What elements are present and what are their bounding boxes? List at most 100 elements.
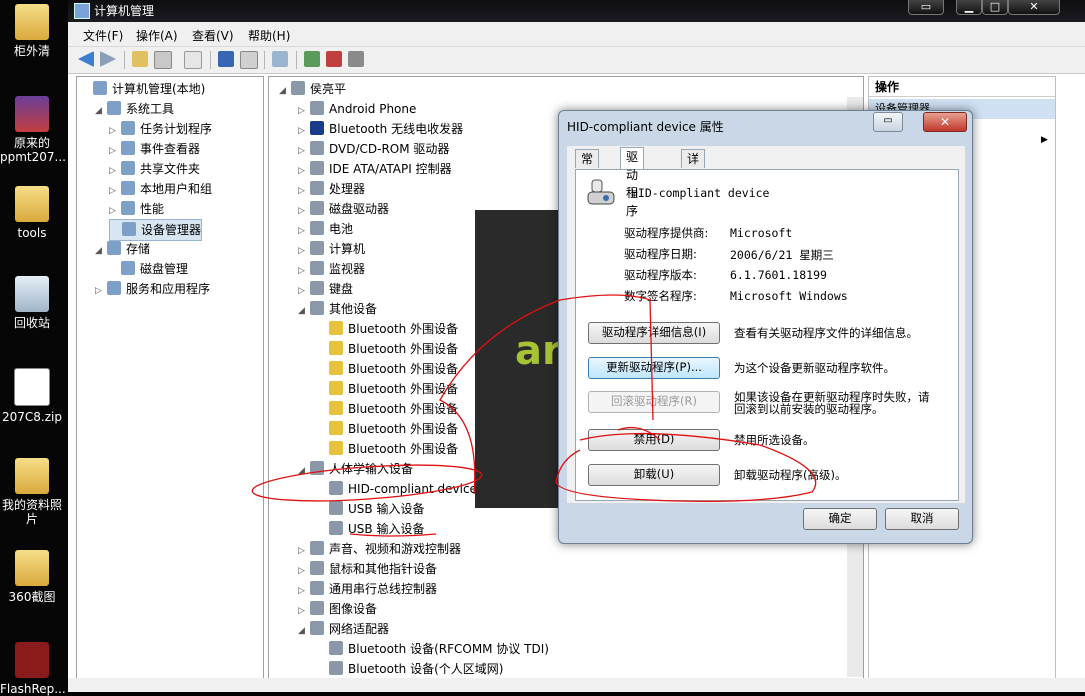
driver-details-button[interactable]: 驱动程序详细信息(I) — [588, 322, 720, 344]
device-tree-item[interactable]: ▷ 电池 — [298, 219, 353, 239]
expander-icon[interactable]: ▷ — [109, 141, 121, 161]
expander-icon[interactable]: ◢ — [279, 81, 291, 101]
expander-icon[interactable]: ▷ — [298, 261, 310, 281]
disable-button[interactable]: 禁用(D) — [588, 429, 720, 451]
nav-tree-item[interactable]: ◢ 系统工具 — [95, 99, 174, 119]
disable-icon[interactable] — [348, 51, 364, 67]
device-tree-item[interactable]: ▷ 图像设备 — [298, 599, 377, 619]
menu-view[interactable]: 查看(V) — [192, 27, 234, 44]
expander-icon[interactable]: ◢ — [298, 621, 310, 641]
desktop-icon-zip[interactable]: 207C8.zip — [0, 368, 64, 424]
desktop-icon-ppmt[interactable]: 原来的ppmt207... — [0, 96, 66, 164]
ok-button[interactable]: 确定 — [803, 508, 877, 530]
expander-icon[interactable]: ▷ — [95, 281, 107, 301]
tab-driver[interactable]: 驱动程序 — [620, 147, 645, 218]
device-tree-item[interactable]: HID-compliant device — [317, 479, 477, 499]
expander-icon[interactable]: ▷ — [298, 241, 310, 261]
device-tree-item[interactable]: ▷ 磁盘驱动器 — [298, 199, 389, 219]
nav-tree-item[interactable]: 设备管理器 — [109, 219, 203, 241]
desktop-icon-flash[interactable]: FlashRep... — [0, 642, 66, 696]
device-tree-item[interactable]: Bluetooth 外围设备 — [317, 439, 458, 459]
menu-help[interactable]: 帮助(H) — [248, 27, 290, 44]
nav-tree-item[interactable]: ▷ 性能 — [109, 199, 164, 219]
up-folder-icon[interactable] — [132, 51, 148, 67]
nav-tree-item[interactable]: 磁盘管理 — [109, 259, 188, 279]
desktop-icon-recycle-bin[interactable]: 回收站 — [0, 276, 64, 330]
action-pane-icon[interactable] — [240, 51, 258, 69]
properties-icon[interactable] — [184, 51, 202, 69]
forward-arrow-icon[interactable] — [100, 51, 116, 67]
device-tree-item[interactable]: USB 输入设备 — [317, 519, 424, 539]
cancel-button[interactable]: 取消 — [885, 508, 959, 530]
device-tree-item[interactable]: ▷ 键盘 — [298, 279, 353, 299]
more-actions-arrow-icon[interactable]: ▶ — [1041, 135, 1048, 145]
uninstall-button[interactable]: 卸载(U) — [588, 464, 720, 486]
expander-icon[interactable]: ▷ — [298, 581, 310, 601]
minimize-button[interactable]: ▁ — [956, 0, 982, 15]
expander-icon[interactable]: ▷ — [109, 121, 121, 141]
device-tree-item[interactable]: Bluetooth 设备(个人区域网) — [317, 659, 503, 679]
device-tree-item[interactable]: Bluetooth 设备(RFCOMM 协议 TDI) — [317, 639, 549, 659]
expander-icon[interactable]: ▷ — [298, 141, 310, 161]
device-tree-item[interactable]: ◢ 网络适配器 — [298, 619, 389, 639]
menu-action[interactable]: 操作(A) — [136, 27, 178, 44]
expander-icon[interactable]: ▷ — [298, 221, 310, 241]
tab-general[interactable]: 常规 — [575, 149, 600, 184]
device-tree-item[interactable]: ▷ 声音、视频和游戏控制器 — [298, 539, 461, 559]
expander-icon[interactable]: ◢ — [298, 461, 310, 481]
device-tree-item[interactable]: Bluetooth 外围设备 — [317, 399, 458, 419]
back-arrow-icon[interactable] — [78, 51, 94, 67]
nav-tree-item[interactable]: 计算机管理(本地) — [81, 79, 205, 99]
nav-tree-item[interactable]: ▷ 事件查看器 — [109, 139, 200, 159]
device-tree-item[interactable]: ▷ 处理器 — [298, 179, 365, 199]
desktop-icon-tools[interactable]: tools — [0, 186, 64, 240]
expander-icon[interactable]: ▷ — [298, 601, 310, 621]
device-tree-item[interactable]: ▷ IDE ATA/ATAPI 控制器 — [298, 159, 452, 179]
device-tree-item[interactable]: ▷ Android Phone — [298, 99, 416, 119]
device-tree-item[interactable]: ▷ DVD/CD-ROM 驱动器 — [298, 139, 449, 159]
desktop-icon-360[interactable]: 360截图 — [0, 550, 64, 604]
expander-icon[interactable]: ▷ — [298, 161, 310, 181]
device-tree-item[interactable]: Bluetooth 外围设备 — [317, 339, 458, 359]
expander-icon[interactable]: ◢ — [95, 241, 107, 261]
expander-icon[interactable]: ▷ — [298, 201, 310, 221]
rollback-driver-button[interactable]: 回滚驱动程序(R) — [588, 391, 720, 413]
device-tree-item[interactable]: ▷ 监视器 — [298, 259, 365, 279]
expander-icon[interactable]: ▷ — [298, 181, 310, 201]
nav-tree-item[interactable]: ▷ 共享文件夹 — [109, 159, 200, 179]
maximize-button[interactable]: □ — [982, 0, 1008, 15]
nav-tree-item[interactable]: ◢ 存储 — [95, 239, 150, 259]
device-tree-item[interactable]: ▷ 通用串行总线控制器 — [298, 579, 437, 599]
desktop-icon-photos[interactable]: 我的资料照片 — [0, 458, 64, 526]
device-tree-item[interactable]: ▷ 计算机 — [298, 239, 365, 259]
expander-icon[interactable]: ▷ — [298, 121, 310, 141]
desktop-icon-guiwaiqing[interactable]: 柜外清 — [0, 4, 64, 58]
expander-icon[interactable]: ▷ — [109, 181, 121, 201]
dialog-close-button[interactable]: ✕ — [923, 112, 967, 132]
device-tree-item[interactable]: ◢ 人体学输入设备 — [298, 459, 413, 479]
close-button[interactable]: ✕ — [1008, 0, 1060, 15]
menu-file[interactable]: 文件(F) — [83, 27, 123, 44]
dialog-restore-button[interactable]: ▭ — [873, 112, 903, 132]
device-tree-item[interactable]: ◢ 侯亮平 — [279, 79, 346, 99]
device-tree-item[interactable]: Bluetooth 外围设备 — [317, 359, 458, 379]
expander-icon[interactable]: ▷ — [298, 541, 310, 561]
help-icon[interactable] — [218, 51, 234, 67]
device-tree-item[interactable]: ▷ 鼠标和其他指针设备 — [298, 559, 437, 579]
device-tree-item[interactable]: Bluetooth 外围设备 — [317, 419, 458, 439]
device-tree-item[interactable]: Bluetooth 外围设备 — [317, 379, 458, 399]
nav-tree-item[interactable]: ▷ 任务计划程序 — [109, 119, 212, 139]
expander-icon[interactable]: ▷ — [298, 101, 310, 121]
tab-details[interactable]: 详细信息 — [681, 149, 706, 220]
expander-icon[interactable]: ◢ — [95, 101, 107, 121]
nav-tree-item[interactable]: ▷ 服务和应用程序 — [95, 279, 210, 299]
expander-icon[interactable]: ▷ — [298, 281, 310, 301]
expander-icon[interactable]: ▷ — [109, 161, 121, 181]
nav-tree-item[interactable]: ▷ 本地用户和组 — [109, 179, 212, 199]
expander-icon[interactable]: ▷ — [298, 561, 310, 581]
device-tree-item[interactable]: USB 输入设备 — [317, 499, 424, 519]
restore-small-button[interactable]: ▭ — [908, 0, 944, 15]
scan-hardware-icon[interactable] — [272, 51, 288, 67]
expander-icon[interactable]: ◢ — [298, 301, 310, 321]
show-tree-icon[interactable] — [154, 51, 172, 69]
